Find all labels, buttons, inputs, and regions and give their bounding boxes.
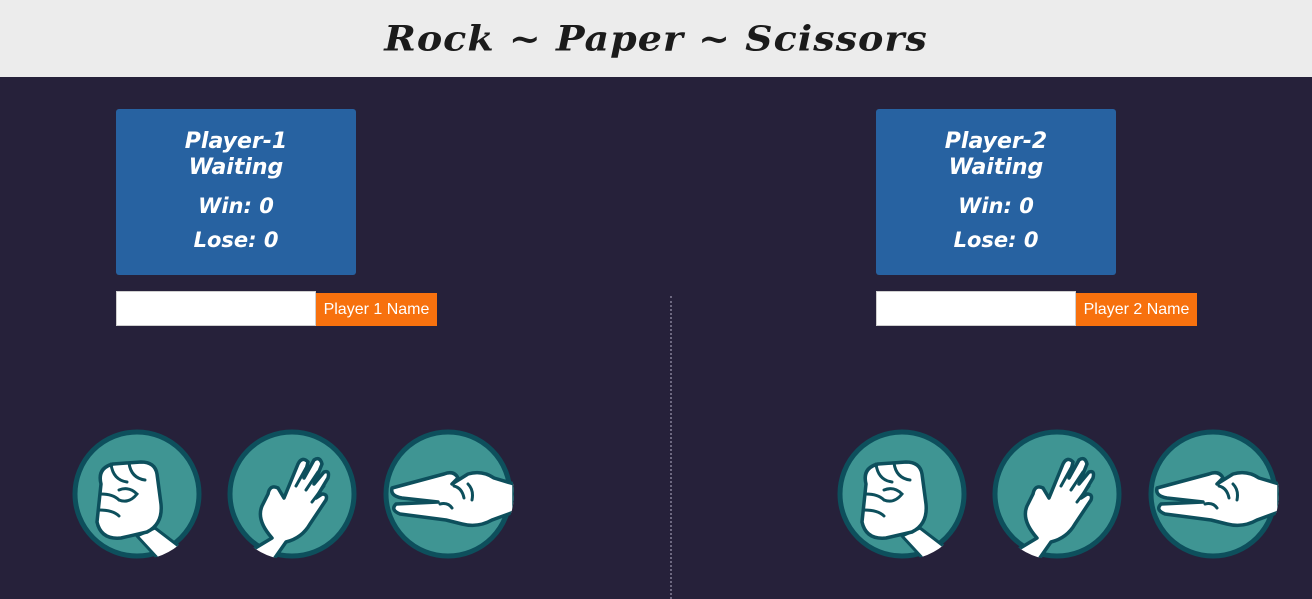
player-1-card: Player-1 Waiting Win: 0 Lose: 0 [116, 109, 356, 275]
player-1-losses: Lose: 0 [193, 228, 279, 252]
player-2-status: Waiting [948, 155, 1044, 180]
player-1-rock-button[interactable] [71, 428, 203, 560]
player-1-paper-button[interactable] [226, 428, 358, 560]
player-2-losses: Lose: 0 [953, 228, 1039, 252]
player-1-wins: Win: 0 [198, 194, 274, 218]
player-1-name: Player-1 [184, 129, 288, 154]
rock-icon [72, 429, 202, 560]
player-2-wins: Win: 0 [958, 194, 1034, 218]
player-2-rock-button[interactable] [836, 428, 968, 560]
center-divider [670, 296, 672, 599]
scissors-icon [1148, 429, 1279, 559]
app-title: Rock ~ Paper ~ Scissors [384, 18, 928, 59]
player-2-paper-button[interactable] [991, 428, 1123, 560]
player-1-name-input[interactable] [116, 291, 316, 326]
player-2-scissors-button[interactable] [1147, 428, 1279, 560]
app-header: Rock ~ Paper ~ Scissors [0, 0, 1312, 77]
scissors-icon [383, 429, 514, 559]
player-1-scissors-button[interactable] [382, 428, 514, 560]
paper-icon [992, 429, 1122, 560]
player-1-name-button[interactable]: Player 1 Name [316, 293, 437, 326]
player-2-name: Player-2 [944, 129, 1048, 154]
player-2-name-input[interactable] [876, 291, 1076, 326]
player-2-name-button[interactable]: Player 2 Name [1076, 293, 1197, 326]
rock-icon [837, 429, 967, 560]
paper-icon [227, 429, 357, 560]
player-2-card: Player-2 Waiting Win: 0 Lose: 0 [876, 109, 1116, 275]
player-1-status: Waiting [188, 155, 284, 180]
